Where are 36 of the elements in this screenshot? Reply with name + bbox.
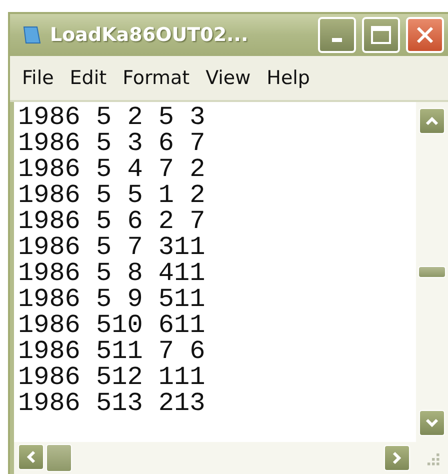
maximize-button[interactable] <box>362 17 400 53</box>
vertical-scrollbar[interactable] <box>416 102 448 442</box>
close-icon <box>415 25 435 45</box>
scroll-left-button[interactable] <box>18 444 44 470</box>
maximize-icon <box>370 25 392 45</box>
text-line: 1986 5 3 6 7 <box>18 130 206 156</box>
chevron-right-icon <box>390 451 404 465</box>
minimize-icon <box>332 38 342 42</box>
scroll-thumb[interactable] <box>46 444 72 472</box>
text-line: 1986 5 9 511 <box>18 286 206 312</box>
close-button[interactable] <box>406 17 444 53</box>
scroll-thumb[interactable] <box>418 266 446 278</box>
chevron-down-icon <box>425 416 439 430</box>
text-line: 1986 5 5 1 2 <box>18 182 206 208</box>
text-line: 1986 5 2 5 3 <box>18 104 206 130</box>
chevron-left-icon <box>24 450 38 464</box>
text-line: 1986 5 8 411 <box>18 260 206 286</box>
menu-item[interactable]: View <box>198 67 259 89</box>
horizontal-scrollbar[interactable] <box>14 442 416 474</box>
text-line: 1986 5 6 2 7 <box>18 208 206 234</box>
minimize-button[interactable] <box>318 17 356 53</box>
menu-item[interactable]: File <box>14 67 62 89</box>
menu-item[interactable]: Edit <box>62 67 115 89</box>
text-line: 1986 5 4 7 2 <box>18 156 206 182</box>
text-line: 1986 510 611 <box>18 312 206 338</box>
window-title: LoadKa86OUT02... <box>50 24 250 46</box>
menu-item[interactable]: Help <box>258 67 318 89</box>
text-line: 1986 513 213 <box>18 390 206 416</box>
text-line: 1986 511 7 6 <box>18 338 206 364</box>
menu-item[interactable]: Format <box>114 67 198 89</box>
text-line: 1986 512 111 <box>18 364 206 390</box>
scroll-right-button[interactable] <box>384 445 410 471</box>
chevron-up-icon <box>425 114 439 128</box>
scroll-down-button[interactable] <box>419 410 445 436</box>
text-line: 1986 5 7 311 <box>18 234 206 260</box>
scroll-up-button[interactable] <box>419 108 445 134</box>
